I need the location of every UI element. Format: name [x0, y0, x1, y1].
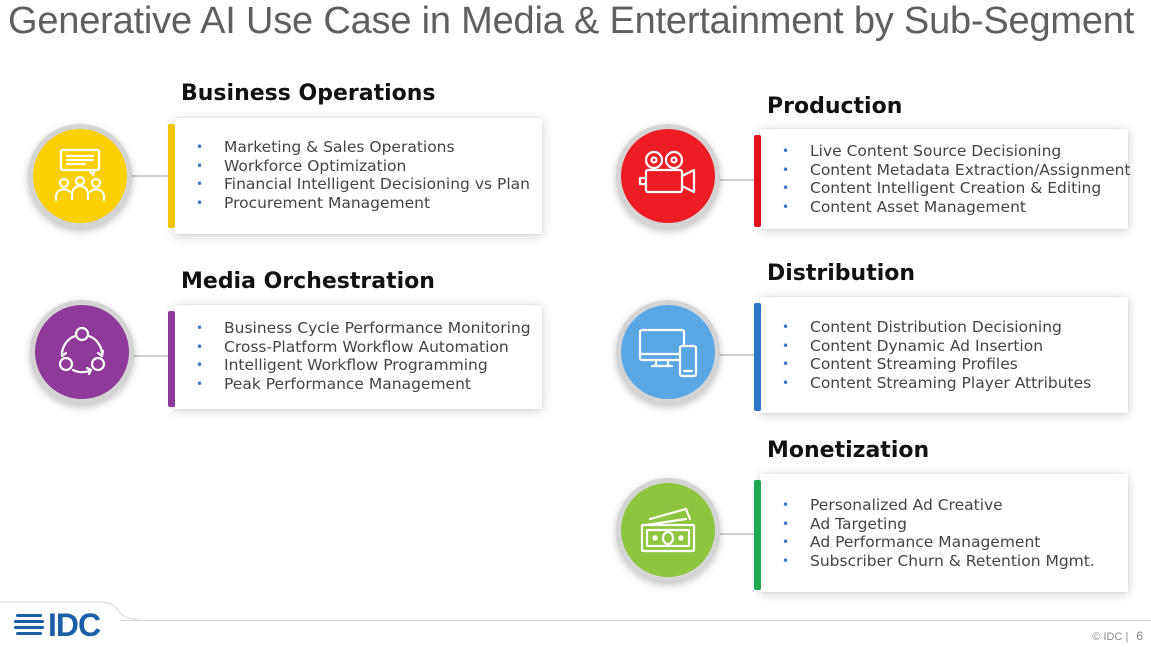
accent-bar-distribution [754, 303, 761, 411]
list-item: • Intelligent Workflow Programming [192, 356, 531, 375]
item-label: Content Streaming Profiles [810, 355, 1018, 374]
bullet-icon: • [782, 338, 790, 353]
idc-globe-icon [14, 614, 44, 635]
bullet-icon: • [196, 158, 204, 173]
bullet-icon: • [196, 358, 204, 373]
copyright: © IDC | 6 [1092, 629, 1143, 643]
circle-media-orchestration [30, 300, 134, 404]
item-label: Ad Performance Management [810, 533, 1041, 552]
list-item: • Financial Intelligent Decisioning vs Pl… [192, 175, 530, 194]
list-item: • Personalized Ad Creative [778, 496, 1095, 515]
page-number: 6 [1136, 629, 1143, 643]
list-item: • Business Cycle Performance Monitoring [192, 319, 531, 338]
monitor-tablet-icon [638, 328, 698, 378]
accent-bar-monetization [754, 480, 761, 590]
copyright-text: © IDC | [1092, 631, 1129, 643]
item-label: Content Streaming Player Attributes [810, 373, 1092, 392]
bullet-icon: • [196, 177, 204, 192]
item-label: Content Dynamic Ad Insertion [810, 336, 1044, 355]
accent-bar-media-orchestration [168, 311, 175, 407]
circle-monetization [616, 478, 720, 582]
bullet-icon: • [782, 320, 790, 334]
list-distribution: • Content Distribution Decisioning • Conte… [778, 318, 1091, 392]
item-label: Financial Intelligent Decisioning vs Pla… [224, 175, 530, 194]
list-item: • Peak Performance Management [192, 375, 531, 394]
list-item: • Content Streaming Profiles [778, 355, 1091, 374]
item-label: Content Distribution Decisioning [810, 318, 1062, 336]
segment-heading-monetization: Monetization [767, 438, 930, 463]
bullet-icon: • [196, 195, 204, 210]
item-label: Content Intelligent Creation & Editing [810, 179, 1102, 198]
list-media-orchestration: • Business Cycle Performance Monitoring •… [192, 319, 531, 393]
circle-distribution [616, 300, 720, 404]
list-item: • Live Content Source Decisioning [778, 142, 1131, 161]
segment-heading-business-operations: Business Operations [181, 81, 436, 106]
list-item: • Content Streaming Player Attributes [778, 374, 1091, 393]
bullet-icon: • [196, 321, 204, 335]
list-item: • Marketing & Sales Operations [192, 138, 530, 157]
segment-heading-media-orchestration: Media Orchestration [181, 269, 435, 294]
item-label: Ad Targeting [810, 514, 908, 533]
bullet-icon: • [782, 535, 790, 550]
card-media-orchestration: • Business Cycle Performance Monitoring •… [168, 305, 542, 409]
list-item: • Ad Targeting [778, 515, 1095, 534]
bullet-icon: • [196, 140, 204, 154]
slide-title: Generative AI Use Case in Media & Entert… [8, 0, 1135, 42]
money-bills-icon [640, 507, 696, 553]
list-item: • Content Distribution Decisioning [778, 318, 1091, 337]
bullet-icon: • [782, 357, 790, 372]
item-label: Business Cycle Performance Monitoring [224, 319, 531, 337]
circle-business-operations [28, 124, 132, 228]
card-monetization: • Personalized Ad Creative • Ad Targeting … [754, 474, 1128, 592]
list-item: • Content Metadata Extraction/Assignment [778, 161, 1131, 180]
item-label: Intelligent Workflow Programming [224, 356, 488, 375]
bullet-icon: • [782, 162, 790, 177]
list-item: • Content Asset Management [778, 198, 1131, 217]
list-business-operations: • Marketing & Sales Operations • Workforce… [192, 138, 530, 212]
item-label: Content Asset Management [810, 197, 1026, 216]
list-item: • Cross-Platform Workflow Automation [192, 338, 531, 357]
list-item: • Subscriber Churn & Retention Mgmt. [778, 552, 1095, 571]
presentation-audience-icon [54, 148, 106, 202]
bullet-icon: • [782, 181, 790, 196]
item-label: Content Metadata Extraction/Assignment [810, 160, 1131, 179]
card-distribution: • Content Distribution Decisioning • Conte… [754, 297, 1128, 413]
bullet-icon: • [782, 498, 790, 512]
accent-bar-production [754, 135, 761, 227]
bullet-icon: • [782, 144, 790, 158]
workflow-cycle-icon [58, 326, 106, 376]
list-item: • Procurement Management [192, 194, 530, 213]
item-label: Live Content Source Decisioning [810, 142, 1062, 160]
list-item: • Content Dynamic Ad Insertion [778, 337, 1091, 356]
list-item: • Ad Performance Management [778, 533, 1095, 552]
bullet-icon: • [196, 339, 204, 354]
list-production: • Live Content Source Decisioning • Conten… [778, 142, 1131, 216]
item-label: Subscriber Churn & Retention Mgmt. [810, 551, 1095, 570]
circle-production [616, 124, 720, 228]
item-label: Cross-Platform Workflow Automation [224, 337, 509, 356]
footer-divider [120, 620, 1151, 621]
bullet-icon: • [782, 375, 790, 390]
segment-heading-production: Production [767, 94, 903, 119]
card-business-operations: • Marketing & Sales Operations • Workforce… [168, 118, 542, 234]
item-label: Peak Performance Management [224, 374, 471, 393]
card-production: • Live Content Source Decisioning • Conten… [754, 129, 1131, 229]
segment-heading-distribution: Distribution [767, 261, 916, 286]
film-camera-icon [638, 150, 696, 194]
idc-logo: IDC [14, 607, 101, 643]
bullet-icon: • [196, 376, 204, 391]
item-label: Workforce Optimization [224, 156, 407, 175]
list-item: • Content Intelligent Creation & Editing [778, 179, 1131, 198]
item-label: Personalized Ad Creative [810, 496, 1003, 514]
bullet-icon: • [782, 516, 790, 531]
idc-logo-text: IDC [48, 607, 101, 643]
item-label: Marketing & Sales Operations [224, 138, 455, 156]
bullet-icon: • [782, 553, 790, 568]
item-label: Procurement Management [224, 193, 431, 212]
list-item: • Workforce Optimization [192, 157, 530, 176]
bullet-icon: • [782, 199, 790, 214]
list-monetization: • Personalized Ad Creative • Ad Targeting … [778, 496, 1095, 570]
accent-bar-business-operations [168, 124, 175, 228]
